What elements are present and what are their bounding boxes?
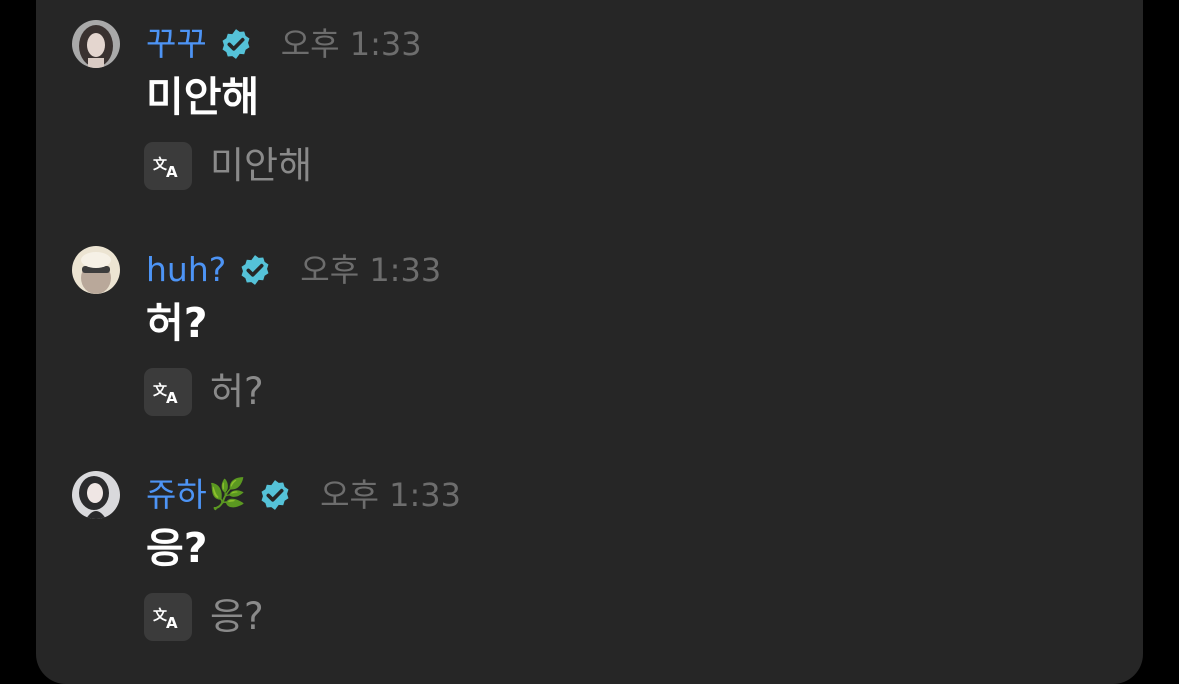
message-header: 꾸꾸 오후 1:33 xyxy=(146,20,422,68)
translate-icon: 文 A xyxy=(153,156,178,181)
timestamp: 오후 1:33 xyxy=(320,476,462,514)
translate-button[interactable]: 文 A xyxy=(144,368,192,416)
message-text: 미안해 xyxy=(146,73,260,121)
translate-button[interactable]: 文 A xyxy=(144,593,192,641)
author-name[interactable]: huh? xyxy=(146,246,226,294)
message-text: 응? xyxy=(146,524,208,572)
timestamp: 오후 1:33 xyxy=(300,251,442,289)
avatar[interactable] xyxy=(72,471,120,519)
translation-text: 미안해 xyxy=(210,144,313,187)
avatar[interactable] xyxy=(72,246,120,294)
svg-text:A: A xyxy=(166,163,178,181)
verified-badge-icon xyxy=(222,29,250,59)
translate-icon: 文 A xyxy=(153,607,178,632)
translation-row: 文 A 미안해 xyxy=(144,142,312,190)
translation-text: 허? xyxy=(210,370,264,413)
message-header: 쥬하 🌿 오후 1:33 xyxy=(146,471,461,519)
avatar[interactable] xyxy=(72,20,120,68)
svg-text:A: A xyxy=(166,614,178,632)
author-name[interactable]: 꾸꾸 xyxy=(146,20,207,68)
verified-badge-icon xyxy=(241,255,269,285)
translate-button[interactable]: 文 A xyxy=(144,142,192,190)
svg-text:A: A xyxy=(166,389,178,407)
translation-row: 文 A 허? xyxy=(144,368,264,416)
translate-icon: 文 A xyxy=(153,382,178,407)
timestamp: 오후 1:33 xyxy=(280,25,422,63)
message-header: huh? 오후 1:33 xyxy=(146,246,441,294)
translation-text: 응? xyxy=(210,595,264,638)
translation-row: 文 A 응? xyxy=(144,593,264,641)
herb-emoji: 🌿 xyxy=(208,477,247,512)
message-text: 허? xyxy=(146,299,208,347)
verified-badge-icon xyxy=(261,480,289,510)
author-name[interactable]: 쥬하 xyxy=(146,471,207,519)
